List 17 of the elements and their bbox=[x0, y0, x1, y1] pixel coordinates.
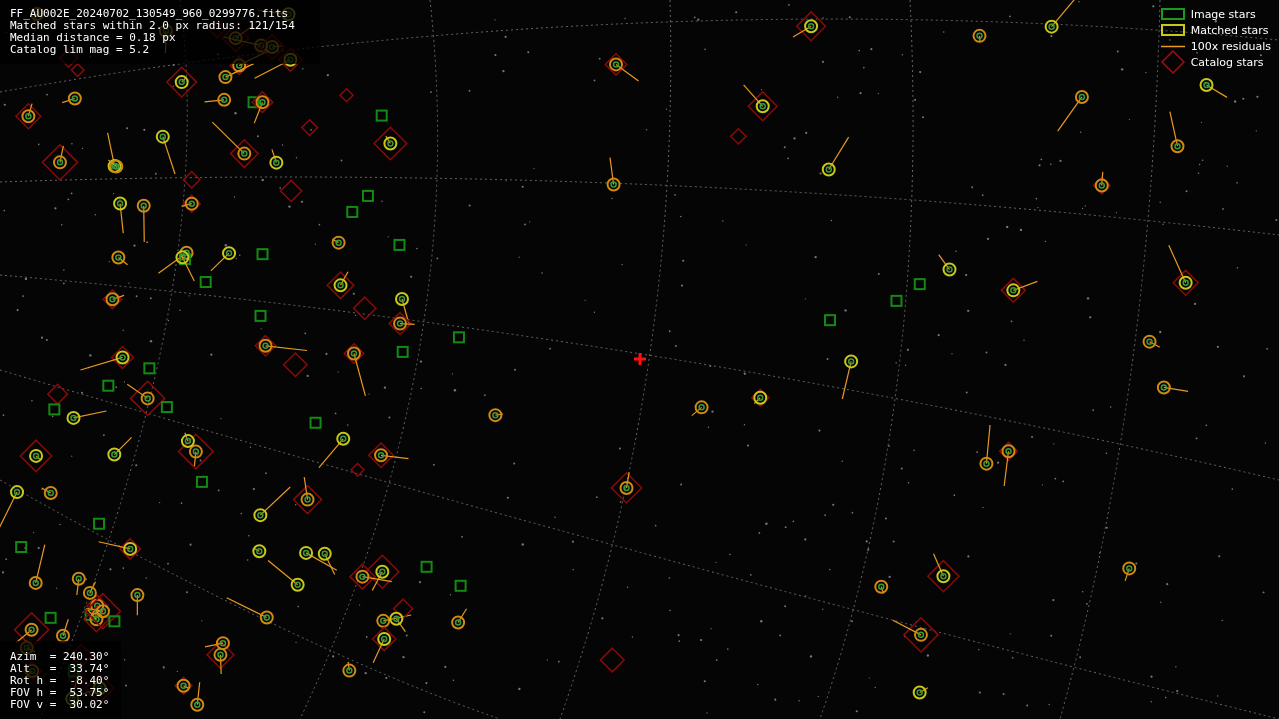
legend-label: 100x residuals bbox=[1190, 39, 1271, 53]
pointing-line: Alt = 33.74° bbox=[10, 663, 110, 675]
legend-label: Catalog stars bbox=[1190, 55, 1264, 69]
legend-label: Matched stars bbox=[1190, 23, 1269, 37]
pointing-line: Rot h = -8.40° bbox=[10, 675, 110, 687]
info-line: FF_AU002E_20240702_130549_960_0299776.fits bbox=[10, 8, 290, 20]
info-line: Matched stars within 2.0 px radius: 121/154 bbox=[10, 20, 296, 32]
pointing-line: Azim = 240.30° bbox=[10, 651, 110, 663]
matched-star-swatch-icon bbox=[1160, 24, 1185, 36]
info-line: Median distance = 0.18 px bbox=[10, 32, 177, 44]
legend-label: Image stars bbox=[1190, 7, 1256, 21]
info-line: Catalog lim mag = 5.2 bbox=[10, 44, 151, 56]
pointing-line: FOV v = 30.02° bbox=[10, 699, 110, 711]
image-star-swatch-icon bbox=[1160, 8, 1185, 20]
residual-line-icon bbox=[1160, 44, 1185, 48]
catalog-star-swatch-icon bbox=[1160, 50, 1185, 74]
pointing-line: FOV h = 53.75° bbox=[10, 687, 110, 699]
